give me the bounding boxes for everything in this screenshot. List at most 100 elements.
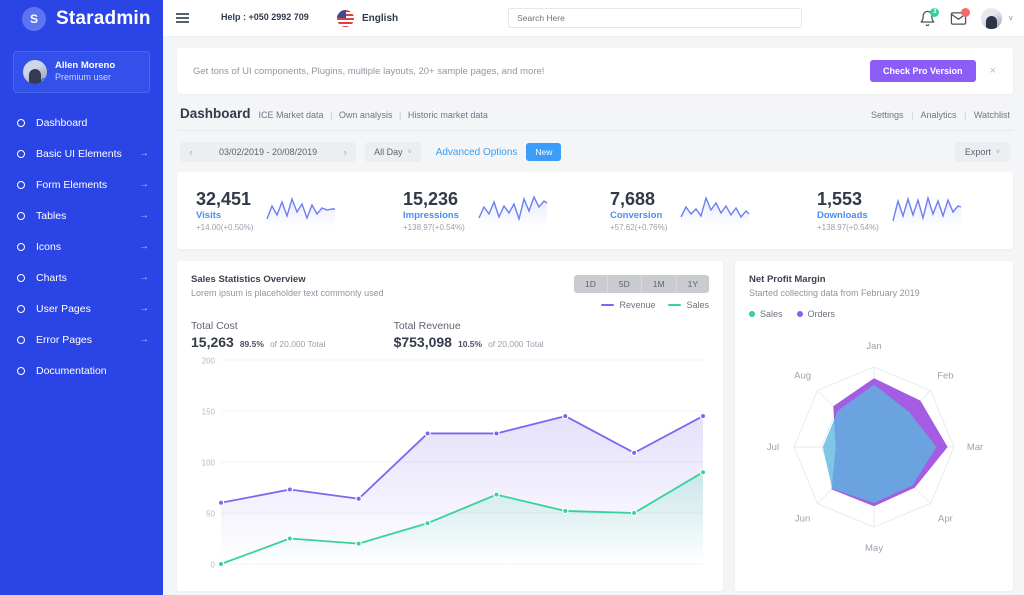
range-selector: 1D 5D 1M 1Y bbox=[574, 275, 709, 293]
sidebar-item-charts[interactable]: Charts → bbox=[0, 262, 163, 293]
export-button[interactable]: Export ˅ bbox=[954, 142, 1010, 162]
total-cost-label: Total Cost bbox=[191, 320, 238, 332]
svg-text:Jun: Jun bbox=[795, 513, 810, 524]
range-5d[interactable]: 5D bbox=[608, 275, 642, 293]
range-1y[interactable]: 1Y bbox=[677, 275, 709, 293]
sidebar-item-dashboard[interactable]: Dashboard bbox=[0, 107, 163, 138]
page-header: Dashboard ICE Market data | Own analysis… bbox=[177, 94, 1013, 131]
stat-text: 32,451 Visits +14.00(+0.50%) bbox=[196, 189, 253, 233]
arrow-right-icon: → bbox=[139, 272, 149, 283]
sales-line-chart: 0 50 100 150 200 bbox=[191, 352, 709, 579]
sidebar-item-label: Documentation bbox=[36, 364, 107, 377]
card-title: Sales Statistics Overview bbox=[191, 274, 306, 285]
link-watchlist[interactable]: Watchlist bbox=[974, 110, 1010, 120]
card-subtitle: Lorem ipsum is placeholder text commonly… bbox=[191, 288, 384, 298]
legend-item-sales[interactable]: Sales bbox=[749, 309, 783, 319]
breadcrumb-item-ice-market-data[interactable]: ICE Market data bbox=[259, 110, 324, 120]
stat-card-impressions[interactable]: 15,236 Impressions +138.97(+0.54%) bbox=[388, 189, 595, 233]
stat-delta: +57.62(+0.76%) bbox=[610, 223, 668, 233]
arrow-right-icon: → bbox=[139, 241, 149, 252]
new-badge[interactable]: New bbox=[526, 143, 562, 161]
export-label: Export bbox=[964, 147, 991, 157]
advanced-options-link[interactable]: Advanced Options bbox=[436, 147, 518, 158]
sidebar: S Staradmin Allen Moreno Premium user Da… bbox=[0, 0, 163, 595]
flag-us-icon bbox=[337, 9, 354, 27]
language-selector[interactable]: English bbox=[337, 9, 398, 27]
sidebar-item-documentation[interactable]: Documentation bbox=[0, 355, 163, 386]
legend-item-orders[interactable]: Orders bbox=[796, 309, 836, 319]
stat-card-visits[interactable]: 32,451 Visits +14.00(+0.50%) bbox=[181, 189, 388, 233]
chevron-down-icon[interactable]: ˅ bbox=[1008, 14, 1013, 23]
chevron-left-icon[interactable]: ‹ bbox=[180, 142, 202, 162]
arrow-right-icon: → bbox=[139, 179, 149, 190]
svg-text:Jan: Jan bbox=[866, 341, 881, 352]
stat-label: Downloads bbox=[817, 210, 868, 222]
topbar-actions: 3 ˅ bbox=[919, 7, 1013, 29]
legend-swatch bbox=[749, 311, 755, 317]
brand-name: Staradmin bbox=[56, 7, 151, 29]
svg-text:50: 50 bbox=[206, 510, 215, 519]
stat-text: 15,236 Impressions +138.97(+0.54%) bbox=[403, 189, 465, 233]
arrow-right-icon: → bbox=[139, 303, 149, 314]
sidebar-item-basic-ui-elements[interactable]: Basic UI Elements → bbox=[0, 138, 163, 169]
legend-item-revenue[interactable]: Revenue bbox=[601, 300, 655, 310]
sidebar-item-user-pages[interactable]: User Pages → bbox=[0, 293, 163, 324]
topbar: Help : +050 2992 709 English 3 bbox=[163, 0, 1024, 37]
brand-logo[interactable]: S Staradmin bbox=[0, 0, 163, 37]
sidebar-profile[interactable]: Allen Moreno Premium user bbox=[13, 51, 150, 93]
arrow-right-icon: → bbox=[139, 148, 149, 159]
all-day-dropdown[interactable]: All Day ˅ bbox=[365, 142, 421, 162]
circle-icon bbox=[17, 149, 25, 158]
help-phone: Help : +050 2992 709 bbox=[221, 12, 309, 23]
search-input[interactable] bbox=[508, 8, 803, 28]
arrow-right-icon: → bbox=[139, 210, 149, 221]
sidebar-item-label: Dashboard bbox=[36, 116, 88, 129]
breadcrumb-item-historic-market-data[interactable]: Historic market data bbox=[408, 110, 488, 120]
line-chart-svg: 0 50 100 150 200 bbox=[202, 357, 707, 570]
total-cost-value: 15,263 bbox=[191, 334, 234, 350]
sidebar-item-tables[interactable]: Tables → bbox=[0, 200, 163, 231]
check-pro-version-button[interactable]: Check Pro Version bbox=[870, 60, 976, 82]
total-revenue-block: Total Revenue $753,098 10.5% of 20,000 T… bbox=[394, 320, 544, 350]
legend-label: Orders bbox=[807, 309, 836, 319]
link-analytics[interactable]: Analytics bbox=[920, 110, 956, 120]
cards-row: Sales Statistics Overview Lorem ipsum is… bbox=[177, 261, 1013, 591]
sidebar-item-label: User Pages bbox=[36, 302, 91, 315]
sparkline-chart-downloads bbox=[892, 194, 962, 227]
breadcrumb-separator: | bbox=[398, 110, 402, 120]
sidebar-item-label: Form Elements bbox=[36, 178, 108, 191]
legend-item-sales[interactable]: Sales bbox=[668, 300, 709, 310]
total-revenue-pct: 10.5% bbox=[457, 339, 483, 349]
search-wrapper bbox=[508, 8, 803, 28]
legend-swatch bbox=[796, 311, 803, 317]
svg-text:Feb: Feb bbox=[937, 371, 953, 382]
stat-card-conversion[interactable]: 7,688 Conversion +57.62(+0.76%) bbox=[595, 189, 802, 233]
stat-text: 7,688 Conversion +57.62(+0.76%) bbox=[610, 189, 667, 233]
sales-statistics-card: Sales Statistics Overview Lorem ipsum is… bbox=[177, 261, 723, 591]
notifications-button[interactable]: 3 bbox=[919, 7, 940, 27]
promo-banner: Get tons of UI components, Plugins, mult… bbox=[177, 48, 1013, 94]
stat-value: 1,553 bbox=[817, 188, 863, 209]
filter-toolbar: ‹ 03/02/2019 - 20/08/2019 › All Day ˅ Ad… bbox=[177, 131, 1013, 172]
sidebar-item-label: Tables bbox=[36, 209, 67, 222]
breadcrumb-item-own-analysis[interactable]: Own analysis bbox=[339, 110, 393, 120]
total-cost-pct: 89.5% bbox=[239, 339, 264, 349]
sidebar-item-error-pages[interactable]: Error Pages → bbox=[0, 324, 163, 355]
sidebar-item-form-elements[interactable]: Form Elements → bbox=[0, 169, 163, 200]
message-badge bbox=[961, 7, 971, 17]
stat-card-downloads[interactable]: 1,553 Downloads +138.97(+0.54%) bbox=[802, 188, 1009, 232]
date-range-picker[interactable]: ‹ 03/02/2019 - 20/08/2019 › bbox=[180, 142, 357, 162]
dashboard-app: S Staradmin Allen Moreno Premium user Da… bbox=[0, 0, 1024, 595]
stat-label: Visits bbox=[196, 210, 222, 222]
link-settings[interactable]: Settings bbox=[871, 110, 904, 120]
user-avatar[interactable] bbox=[981, 7, 1003, 29]
sidebar-item-icons[interactable]: Icons → bbox=[0, 231, 163, 262]
messages-button[interactable] bbox=[950, 7, 971, 27]
chevron-right-icon[interactable]: › bbox=[334, 142, 356, 162]
close-icon[interactable]: × bbox=[986, 65, 1000, 77]
range-1d[interactable]: 1D bbox=[574, 275, 608, 293]
range-1m[interactable]: 1M bbox=[642, 275, 677, 293]
profile-name: Allen Moreno bbox=[55, 60, 116, 72]
hamburger-menu-icon[interactable] bbox=[176, 13, 189, 23]
sparkline-chart-impressions bbox=[478, 194, 548, 227]
